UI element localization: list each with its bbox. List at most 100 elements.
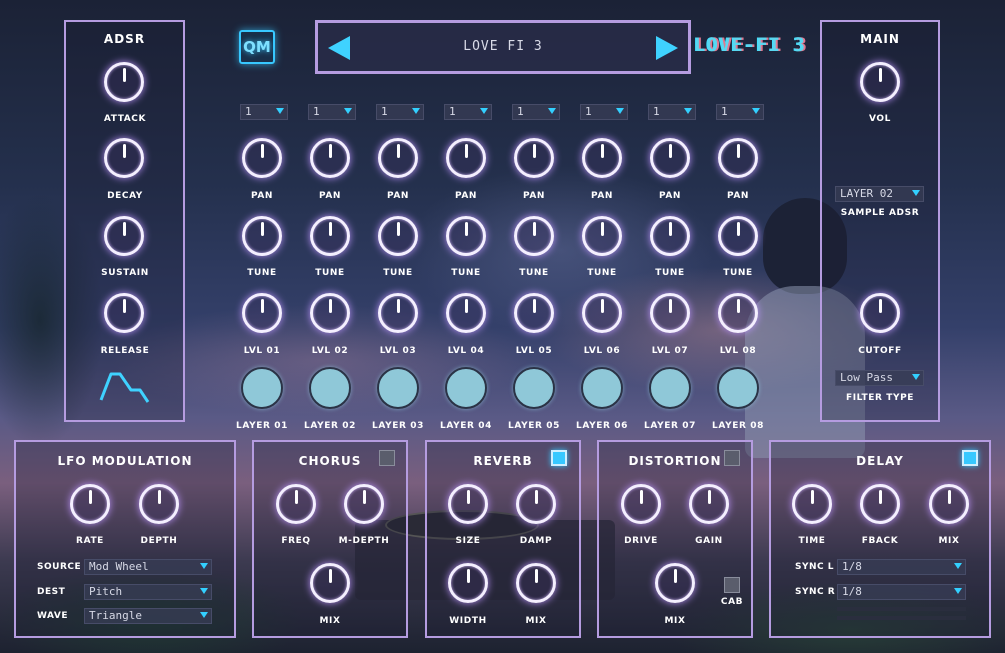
layer-4-dropdown[interactable]: 1: [444, 104, 492, 120]
sample-adsr-label: SAMPLE ADSR: [840, 208, 920, 218]
reverb-width-knob[interactable]: [448, 563, 488, 603]
layer-7-level-knob[interactable]: [650, 293, 690, 333]
sample-adsr-dropdown[interactable]: LAYER 02: [835, 186, 924, 202]
chorus-mdepth-knob[interactable]: [344, 484, 384, 524]
layer-1-tune-knob[interactable]: [242, 216, 282, 256]
layer-7-dropdown[interactable]: 1: [648, 104, 696, 120]
delay-mix-label: MIX: [938, 536, 960, 546]
distortion-gain-label: GAIN: [695, 536, 723, 546]
delay-fback-knob[interactable]: [860, 484, 900, 524]
brand-logo: LOVE-FI 3: [694, 34, 806, 56]
layer-3-dropdown[interactable]: 1: [376, 104, 424, 120]
layer-3-pad[interactable]: [377, 367, 419, 409]
sync-r-dropdown[interactable]: 1/8: [837, 584, 966, 600]
chevron-down-icon: [616, 108, 624, 114]
layer-7-tune-knob[interactable]: [650, 216, 690, 256]
reverb-damp-label: DAMP: [519, 536, 553, 546]
knob-indicator: [260, 299, 264, 313]
release-knob[interactable]: [104, 293, 144, 333]
layer-4-pad[interactable]: [445, 367, 487, 409]
reverb-size-knob[interactable]: [448, 484, 488, 524]
filter-type-label: FILTER TYPE: [845, 393, 915, 403]
layer-2-tune-knob[interactable]: [310, 216, 350, 256]
next-preset-button[interactable]: [656, 36, 678, 60]
layer-1-pan-knob[interactable]: [242, 138, 282, 178]
chorus-mix-knob[interactable]: [310, 563, 350, 603]
layer-2-pan-knob[interactable]: [310, 138, 350, 178]
sustain-knob[interactable]: [104, 216, 144, 256]
layer-6-pad[interactable]: [581, 367, 623, 409]
layer-2-pad[interactable]: [309, 367, 351, 409]
distortion-drive-knob[interactable]: [621, 484, 661, 524]
layer-1-dropdown-value: 1: [245, 105, 252, 118]
lfo-rate-knob[interactable]: [70, 484, 110, 524]
lfo-dest-dropdown[interactable]: Pitch: [84, 584, 212, 600]
preset-name[interactable]: LOVE FI 3: [318, 23, 688, 71]
layer-7-pad[interactable]: [649, 367, 691, 409]
layer-6-tune-knob[interactable]: [582, 216, 622, 256]
delay-title: DELAY: [856, 454, 904, 468]
volume-knob[interactable]: [860, 62, 900, 102]
chevron-down-icon: [684, 108, 692, 114]
chevron-down-icon: [912, 374, 920, 380]
filter-type-dropdown[interactable]: Low Pass: [835, 370, 924, 386]
chorus-enable-toggle[interactable]: [379, 450, 395, 466]
layer-8-pad[interactable]: [717, 367, 759, 409]
layer-6-pan-knob[interactable]: [582, 138, 622, 178]
reverb-damp-knob[interactable]: [516, 484, 556, 524]
lfo-wave-value: Triangle: [89, 609, 142, 622]
chevron-down-icon: [412, 108, 420, 114]
knob-indicator: [668, 222, 672, 236]
reverb-enable-toggle[interactable]: [551, 450, 567, 466]
reverb-mix-knob[interactable]: [516, 563, 556, 603]
layer-8-pan-knob[interactable]: [718, 138, 758, 178]
layer-7-pan-knob[interactable]: [650, 138, 690, 178]
cab-toggle[interactable]: [724, 577, 740, 593]
layer-8-dropdown[interactable]: 1: [716, 104, 764, 120]
layer-4-tune-knob[interactable]: [446, 216, 486, 256]
layer-5-level-knob[interactable]: [514, 293, 554, 333]
delay-mix-knob[interactable]: [929, 484, 969, 524]
delay-enable-toggle[interactable]: [962, 450, 978, 466]
knob-indicator: [260, 144, 264, 158]
layer-3-level-knob[interactable]: [378, 293, 418, 333]
layer-6-dropdown-value: 1: [585, 105, 592, 118]
layer-5-dropdown[interactable]: 1: [512, 104, 560, 120]
distortion-enable-toggle[interactable]: [724, 450, 740, 466]
chorus-freq-knob[interactable]: [276, 484, 316, 524]
lfo-wave-dropdown[interactable]: Triangle: [84, 608, 212, 624]
cutoff-knob[interactable]: [860, 293, 900, 333]
layer-2-dropdown[interactable]: 1: [308, 104, 356, 120]
distortion-mix-knob[interactable]: [655, 563, 695, 603]
layer-1-level-knob[interactable]: [242, 293, 282, 333]
layer-4-pan-knob[interactable]: [446, 138, 486, 178]
volume-label: VOL: [869, 114, 891, 124]
layer-3-pan-knob[interactable]: [378, 138, 418, 178]
layer-3-tune-knob[interactable]: [378, 216, 418, 256]
lfo-dest-label: DEST: [37, 587, 66, 597]
layer-6-dropdown[interactable]: 1: [580, 104, 628, 120]
decay-knob[interactable]: [104, 138, 144, 178]
layer-2-level-knob[interactable]: [310, 293, 350, 333]
sync-l-dropdown[interactable]: 1/8: [837, 559, 966, 575]
layer-8-level-knob[interactable]: [718, 293, 758, 333]
lfo-source-dropdown[interactable]: Mod Wheel: [84, 559, 212, 575]
attack-label: ATTACK: [103, 114, 147, 124]
distortion-gain-knob[interactable]: [689, 484, 729, 524]
layer-8-tune-knob[interactable]: [718, 216, 758, 256]
knob-indicator: [532, 222, 536, 236]
layer-5-pad[interactable]: [513, 367, 555, 409]
cutoff-label: CUTOFF: [858, 346, 902, 356]
lfo-rate-label: RATE: [76, 536, 104, 546]
layer-5-tune-knob[interactable]: [514, 216, 554, 256]
lfo-depth-knob[interactable]: [139, 484, 179, 524]
lfo-title: LFO MODULATION: [57, 454, 193, 468]
knob-indicator: [464, 222, 468, 236]
layer-1-dropdown[interactable]: 1: [240, 104, 288, 120]
delay-time-knob[interactable]: [792, 484, 832, 524]
layer-6-level-knob[interactable]: [582, 293, 622, 333]
layer-5-pan-knob[interactable]: [514, 138, 554, 178]
attack-knob[interactable]: [104, 62, 144, 102]
layer-1-pad[interactable]: [241, 367, 283, 409]
layer-4-level-knob[interactable]: [446, 293, 486, 333]
